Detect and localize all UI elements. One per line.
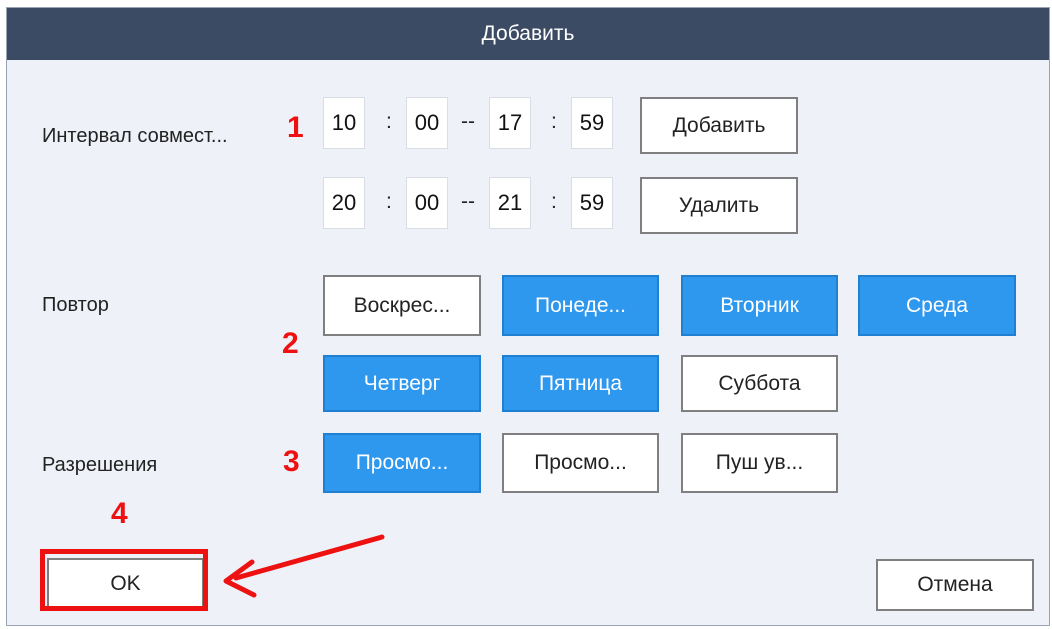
pointer-arrow-icon [223,534,385,598]
